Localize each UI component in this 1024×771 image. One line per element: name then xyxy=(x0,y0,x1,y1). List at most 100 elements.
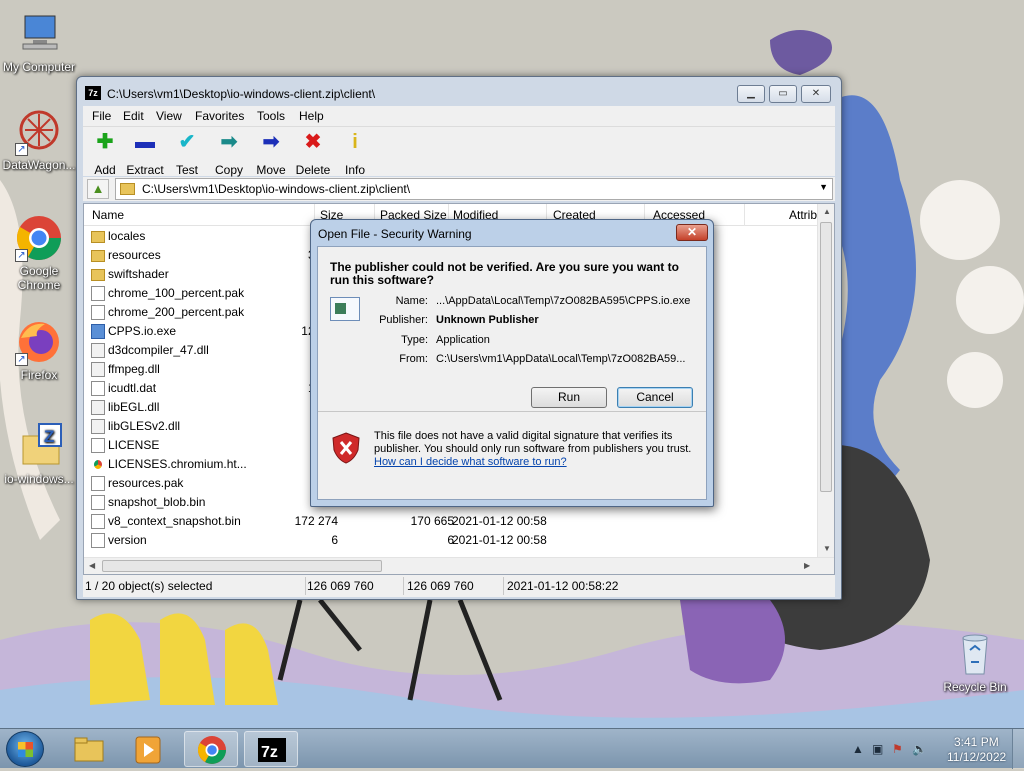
media-player-icon xyxy=(135,736,161,764)
status-bar: 1 / 20 object(s) selected 126 069 760 12… xyxy=(83,575,835,597)
desktop-icon-datawagon[interactable]: ↗ DataWagon... xyxy=(0,108,78,172)
start-button[interactable] xyxy=(6,731,44,767)
copy-button[interactable]: ➡ Copy xyxy=(207,131,251,177)
taskbar-chrome-button[interactable] xyxy=(184,731,238,767)
file-name: chrome_100_percent.pak xyxy=(108,286,245,300)
desktop-icon-label: io-windows... xyxy=(4,472,74,486)
minimize-button[interactable]: ▁ xyxy=(737,85,765,103)
test-icon: ✔ xyxy=(178,131,196,153)
desktop-icon-firefox[interactable]: ↗ Firefox xyxy=(0,318,78,382)
file-name: libEGL.dll xyxy=(108,400,160,414)
file-icon xyxy=(91,324,105,339)
info-button[interactable]: i Info xyxy=(333,131,377,177)
info-icon: i xyxy=(352,131,358,153)
desktop-icon-recycle-bin[interactable]: Recycle Bin xyxy=(936,630,1014,694)
file-icon xyxy=(91,343,105,358)
dialog-close-button[interactable]: ✕ xyxy=(676,224,708,241)
file-icon xyxy=(91,495,105,510)
file-name: snapshot_blob.bin xyxy=(108,495,206,509)
menu-file[interactable]: File xyxy=(92,109,111,123)
7zip-icon: 7z xyxy=(85,86,101,100)
taskbar-explorer-button[interactable] xyxy=(62,731,116,767)
close-icon: ✕ xyxy=(686,225,698,239)
desktop-icon-label: Firefox xyxy=(20,368,58,382)
chevron-down-icon[interactable]: ▼ xyxy=(819,182,828,192)
firefox-icon: ↗ xyxy=(15,318,63,366)
file-icon xyxy=(91,419,105,434)
desktop-icon-my-computer[interactable]: My Computer xyxy=(0,10,78,74)
menu-favorites[interactable]: Favorites xyxy=(195,109,244,123)
scroll-right-icon[interactable]: ▶ xyxy=(804,561,810,570)
menu-help[interactable]: Help xyxy=(299,109,324,123)
vertical-scrollbar[interactable]: ▲ ▼ xyxy=(817,204,834,558)
run-button[interactable]: Run xyxy=(531,387,607,408)
clock-date[interactable]: 11/12/2022 xyxy=(947,750,1006,764)
move-icon: ➡ xyxy=(262,131,280,153)
file-name: locales xyxy=(108,229,146,243)
menu-tools[interactable]: Tools xyxy=(257,109,285,123)
file-name: resources.pak xyxy=(108,476,184,490)
dialog-question: The publisher could not be verified. Are… xyxy=(330,260,679,287)
desktop-icon-label: My Computer xyxy=(2,60,76,74)
network-icon[interactable]: ▣ xyxy=(872,742,883,756)
file-icon xyxy=(91,438,105,453)
delete-icon: ✖ xyxy=(304,131,322,153)
file-packed-size: 170 665 xyxy=(410,514,454,528)
svg-text:Z: Z xyxy=(44,427,54,446)
scroll-down-icon[interactable]: ▼ xyxy=(823,544,831,553)
show-hidden-icons-icon[interactable]: ▲ xyxy=(852,742,864,756)
action-center-icon[interactable]: ⚑ xyxy=(892,742,903,756)
chrome-icon: ↗ xyxy=(15,214,63,262)
file-name: resources xyxy=(108,248,161,262)
desktop-icon-google-chrome[interactable]: ↗ Google Chrome xyxy=(0,214,78,292)
column-header-name[interactable]: Name xyxy=(92,208,124,222)
address-combobox[interactable]: C:\Users\vm1\Desktop\io-windows-client.z… xyxy=(115,178,833,200)
move-button[interactable]: ➡ Move xyxy=(249,131,293,177)
file-name: LICENSES.chromium.ht... xyxy=(108,457,247,471)
status-separator xyxy=(503,577,504,595)
field-publisher-value: Unknown Publisher xyxy=(436,314,539,326)
scroll-thumb[interactable] xyxy=(820,222,832,492)
file-icon xyxy=(91,476,105,491)
maximize-button[interactable]: ▭ xyxy=(769,85,797,103)
scroll-up-icon[interactable]: ▲ xyxy=(823,207,831,216)
clock-time[interactable]: 3:41 PM xyxy=(954,735,999,749)
window-titlebar[interactable]: 7z C:\Users\vm1\Desktop\io-windows-clien… xyxy=(77,77,841,107)
table-row[interactable]: v8_context_snapshot.bin 172 274 170 665 202… xyxy=(84,512,818,531)
menu-view[interactable]: View xyxy=(156,109,182,123)
file-icon xyxy=(91,514,105,529)
taskbar-7zip-button[interactable]: 7z xyxy=(244,731,298,767)
scroll-thumb[interactable] xyxy=(102,560,382,572)
extract-icon: ▬ xyxy=(135,131,155,153)
table-row[interactable]: version 6 6 2021-01-12 00:58 xyxy=(84,531,818,550)
warning-text: This file does not have a valid digital … xyxy=(374,430,692,455)
test-button[interactable]: ✔ Test xyxy=(165,131,209,177)
field-publisher-label: Publisher: xyxy=(379,314,428,326)
volume-icon[interactable]: 🔈 xyxy=(912,742,927,756)
cancel-button[interactable]: Cancel xyxy=(617,387,693,408)
close-button[interactable]: ✕ xyxy=(801,85,831,103)
file-name: swiftshader xyxy=(108,267,169,281)
show-desktop-button[interactable] xyxy=(1012,729,1024,769)
extract-label: Extract xyxy=(126,163,164,177)
taskbar-media-player-button[interactable] xyxy=(122,731,176,767)
desktop-icon-io-windows-zip[interactable]: Z io-windows... xyxy=(0,422,78,486)
column-separator[interactable] xyxy=(744,204,745,226)
menu-edit[interactable]: Edit xyxy=(123,109,144,123)
add-button[interactable]: ✚ Add xyxy=(83,131,127,177)
up-folder-button[interactable]: ▲ xyxy=(87,179,109,199)
move-label: Move xyxy=(256,163,286,177)
file-name: d3dcompiler_47.dll xyxy=(108,343,209,357)
scroll-left-icon[interactable]: ◀ xyxy=(89,561,95,570)
column-header-attrib[interactable]: Attrib xyxy=(789,208,817,222)
file-name: LICENSE xyxy=(108,438,160,452)
delete-button[interactable]: ✖ Delete xyxy=(291,131,335,177)
file-icon xyxy=(91,533,105,548)
horizontal-scrollbar[interactable]: ◀ ▶ xyxy=(84,557,834,574)
extract-button[interactable]: ▬ Extract xyxy=(123,131,167,177)
test-label: Test xyxy=(175,163,198,177)
help-link[interactable]: How can I decide what software to run? xyxy=(374,456,567,468)
folder-icon xyxy=(74,737,104,762)
menu-bar: File Edit View Favorites Tools Help xyxy=(83,106,835,126)
status-size: 126 069 760 xyxy=(307,579,374,593)
